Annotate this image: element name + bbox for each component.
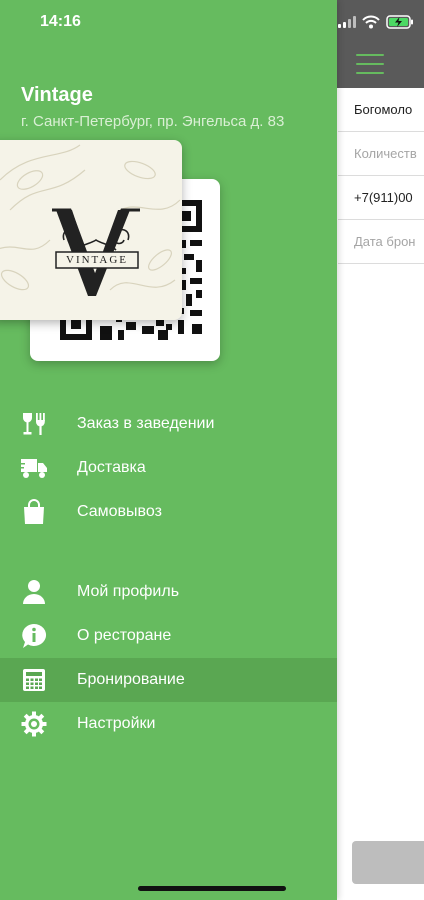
side-drawer: Vintage г. Санкт-Петербург, пр. Энгельса… (0, 0, 337, 900)
loyalty-card-front[interactable]: VINTAGE (0, 140, 182, 320)
vintage-logo (0, 144, 181, 296)
user-icon (20, 578, 48, 606)
delivery-truck-icon (20, 454, 48, 482)
menu-item-dine-in[interactable]: Заказ в заведении (0, 402, 337, 446)
battery-charging-icon (386, 15, 413, 29)
menu-item-delivery[interactable]: Доставка (0, 446, 337, 490)
guests-count-field[interactable]: Количеств (338, 132, 424, 176)
card-logo-text: VINTAGE (66, 254, 128, 266)
venue-address: г. Санкт-Петербург, пр. Энгельса д. 83 (21, 113, 285, 130)
home-indicator[interactable] (138, 886, 286, 891)
drawer-menu: Заказ в заведении Доставка Самовывоз Мой… (0, 402, 337, 746)
menu-item-takeaway[interactable]: Самовывоз (0, 490, 337, 534)
menu-label-settings: Настройки (77, 715, 156, 732)
gear-icon (20, 710, 48, 738)
menu-item-booking[interactable]: Бронирование (0, 658, 337, 702)
menu-separator (0, 534, 337, 570)
menu-label-booking: Бронирование (77, 671, 185, 688)
menu-item-settings[interactable]: Настройки (0, 702, 337, 746)
name-field[interactable]: Богомоло (338, 88, 424, 132)
status-icons (338, 12, 414, 32)
menu-label-delivery: Доставка (77, 459, 146, 476)
wifi-icon (362, 15, 380, 29)
cellular-signal-icon (338, 16, 356, 28)
calculator-icon (20, 666, 48, 694)
menu-item-about[interactable]: О ресторане (0, 614, 337, 658)
venue-name: Vintage (21, 84, 93, 106)
submit-button[interactable] (352, 841, 424, 884)
phone-field[interactable]: +7(911)00 (338, 176, 424, 220)
menu-item-profile[interactable]: Мой профиль (0, 570, 337, 614)
status-time: 14:16 (40, 13, 81, 30)
info-bubble-icon (20, 622, 48, 650)
menu-label-profile: Мой профиль (77, 583, 180, 600)
menu-label-dine-in: Заказ в заведении (77, 415, 215, 432)
booking-date-field[interactable]: Дата брон (338, 220, 424, 264)
wine-fork-icon (20, 410, 48, 438)
menu-icon[interactable] (356, 54, 384, 76)
menu-label-about: О ресторане (77, 627, 172, 644)
menu-label-takeaway: Самовывоз (77, 503, 162, 520)
shopping-bag-icon (20, 498, 48, 526)
